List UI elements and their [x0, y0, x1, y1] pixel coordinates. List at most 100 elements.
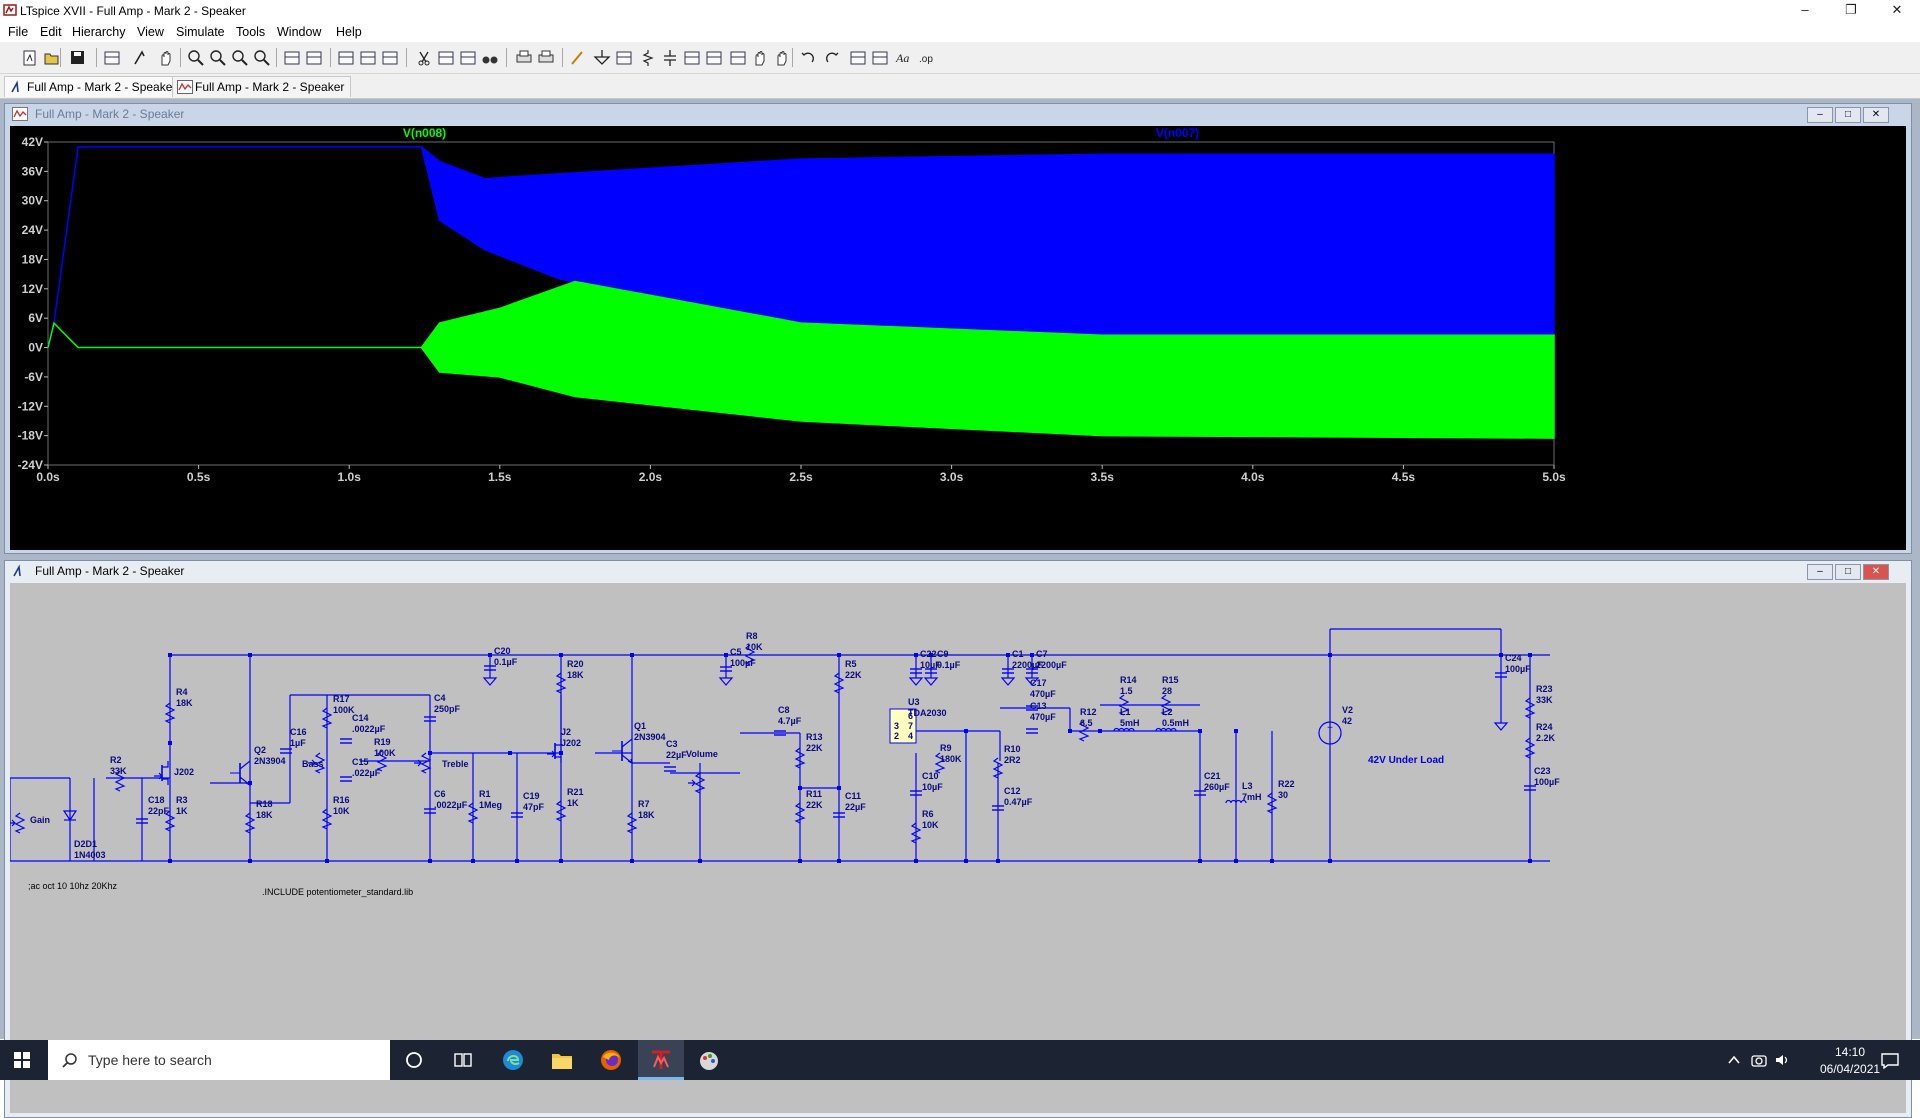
- annotation-net42[interactable]: 42V Under Load: [1368, 755, 1444, 766]
- menu-edit[interactable]: Edit: [40, 25, 62, 39]
- diode-icon[interactable]: [706, 51, 722, 65]
- y-tick-label: 42V: [22, 135, 43, 149]
- legend-v-n007[interactable]: V(n007): [1156, 126, 1199, 140]
- chevron-up-icon[interactable]: [1728, 1054, 1740, 1066]
- open-icon[interactable]: [44, 53, 59, 65]
- waveform-window-titlebar[interactable]: Full Amp - Mark 2 - Speaker – □ ✕: [5, 104, 1911, 124]
- notification-icon[interactable]: [1880, 1051, 1900, 1069]
- drag-icon[interactable]: [777, 51, 787, 66]
- inductor-icon[interactable]: [684, 51, 700, 65]
- move-icon[interactable]: [755, 51, 765, 66]
- junction: [837, 653, 841, 657]
- annotation-ac[interactable]: ;ac oct 10 10hz 20Khz: [28, 881, 118, 891]
- y-tick-label: 18V: [22, 252, 43, 266]
- save-icon[interactable]: [71, 51, 84, 64]
- find-icon[interactable]: [482, 56, 498, 64]
- resistor-icon[interactable]: [642, 50, 654, 66]
- menu-tools[interactable]: Tools: [236, 25, 265, 39]
- component-value: 2R2: [1004, 755, 1021, 765]
- x-tick-label: 1.5s: [488, 470, 512, 484]
- restore-button[interactable]: ❐: [1828, 0, 1874, 22]
- menu-hierarchy[interactable]: Hierarchy: [72, 25, 126, 39]
- paint-app-icon[interactable]: [697, 1049, 721, 1071]
- clock-date[interactable]: 06/04/2021: [1820, 1062, 1880, 1076]
- print-icon[interactable]: [538, 50, 554, 63]
- ground-icon[interactable]: [593, 50, 611, 65]
- clock-time[interactable]: 14:10: [1820, 1045, 1880, 1059]
- tab-schematic[interactable]: Full Amp - Mark 2 - Speaker: [4, 76, 184, 97]
- schematic-minimize-button[interactable]: –: [1807, 564, 1833, 580]
- zoom-out-icon[interactable]: [210, 50, 226, 66]
- paste-icon[interactable]: [460, 51, 476, 65]
- schematic-window-titlebar[interactable]: Full Amp - Mark 2 - Speaker – □ ✕: [5, 561, 1911, 581]
- wire-icon[interactable]: [571, 51, 583, 65]
- cascade-icon[interactable]: [382, 51, 398, 65]
- zoom-full-icon[interactable]: [232, 50, 248, 66]
- schematic-close-button[interactable]: ✕: [1863, 564, 1889, 580]
- zoom-in-icon[interactable]: [188, 50, 204, 66]
- redo-icon[interactable]: [826, 52, 839, 63]
- cortana-icon[interactable]: [405, 1051, 423, 1069]
- file-explorer-icon[interactable]: [551, 1050, 573, 1070]
- tile-horizontal-icon[interactable]: [338, 51, 354, 65]
- schematic-maximize-button[interactable]: □: [1835, 564, 1861, 580]
- task-view-icon[interactable]: [453, 1051, 473, 1069]
- control-panel-icon[interactable]: [104, 51, 120, 65]
- component-value: 33K: [1536, 695, 1553, 705]
- rotate-icon[interactable]: [850, 51, 866, 65]
- taskbar-ltspice-active[interactable]: [638, 1040, 684, 1080]
- legend-v-n008[interactable]: V(n008): [403, 126, 446, 140]
- menu-help[interactable]: Help: [336, 25, 362, 39]
- component-label: R12: [1080, 707, 1097, 717]
- component-value: TDA2030: [908, 708, 947, 718]
- component-label: D2D1: [74, 839, 97, 849]
- close-button[interactable]: ✕: [1874, 0, 1920, 22]
- windows-start-icon[interactable]: [14, 1052, 30, 1068]
- u3-pin-number: 4: [908, 731, 913, 741]
- waveform-close-button[interactable]: ✕: [1863, 107, 1889, 123]
- y-tick-label: -6V: [24, 370, 43, 384]
- component-label: R24: [1536, 722, 1553, 732]
- text-icon[interactable]: Aa: [895, 51, 909, 65]
- waveform-plot[interactable]: 0.0s 0.5s 1.0s 1.5s 2.0s 2.5s 3.0s 3.5s 4.0s 4.5s…: [10, 126, 1906, 550]
- zoom-cancel-icon[interactable]: [254, 50, 270, 66]
- menu-window[interactable]: Window: [277, 25, 321, 39]
- halt-icon[interactable]: [161, 51, 171, 66]
- waveform-maximize-button[interactable]: □: [1835, 107, 1861, 123]
- menu-view[interactable]: View: [137, 25, 164, 39]
- minimize-button[interactable]: –: [1782, 0, 1828, 22]
- component-value: 10µF: [922, 782, 943, 792]
- edge-icon[interactable]: [502, 1049, 524, 1071]
- component-label: Q2: [254, 745, 266, 755]
- copy-icon[interactable]: [438, 51, 454, 65]
- undo-icon[interactable]: [801, 52, 814, 63]
- component-label: R16: [333, 795, 350, 805]
- menu-simulate[interactable]: Simulate: [176, 25, 225, 39]
- annotation-include[interactable]: .INCLUDE potentiometer_standard.lib: [262, 887, 413, 897]
- component-label: C8: [778, 705, 790, 715]
- taskbar-search-box[interactable]: Type here to search: [48, 1040, 390, 1080]
- label-icon[interactable]: [616, 51, 632, 65]
- tile-vertical-icon[interactable]: [360, 51, 376, 65]
- component-value: 1K: [176, 806, 188, 816]
- spice-directive-icon[interactable]: .op: [919, 54, 933, 65]
- schematic-canvas[interactable]: R233KD2D11N4003GainC1822pFR418KR31KJ202Q…: [10, 583, 1906, 1113]
- waveform-icon: [12, 107, 28, 121]
- cut-icon[interactable]: [418, 51, 430, 66]
- autorange-icon[interactable]: [284, 51, 300, 65]
- mirror-icon[interactable]: [872, 51, 888, 65]
- run-icon[interactable]: [134, 50, 145, 65]
- junction: [798, 786, 802, 790]
- new-schematic-icon[interactable]: [23, 50, 36, 66]
- camera-icon[interactable]: [1751, 1052, 1767, 1068]
- menu-file[interactable]: File: [8, 25, 28, 39]
- tab-waveform[interactable]: Full Amp - Mark 2 - Speaker: [172, 76, 352, 97]
- print-setup-icon[interactable]: [516, 50, 532, 63]
- capacitor-icon[interactable]: [664, 50, 676, 66]
- waveform-minimize-button[interactable]: –: [1807, 107, 1833, 123]
- grid-icon[interactable]: [306, 51, 322, 65]
- x-tick-label: 2.0s: [639, 470, 663, 484]
- component-icon[interactable]: [730, 51, 746, 65]
- firefox-icon[interactable]: [600, 1049, 622, 1071]
- volume-icon[interactable]: [1774, 1052, 1790, 1068]
